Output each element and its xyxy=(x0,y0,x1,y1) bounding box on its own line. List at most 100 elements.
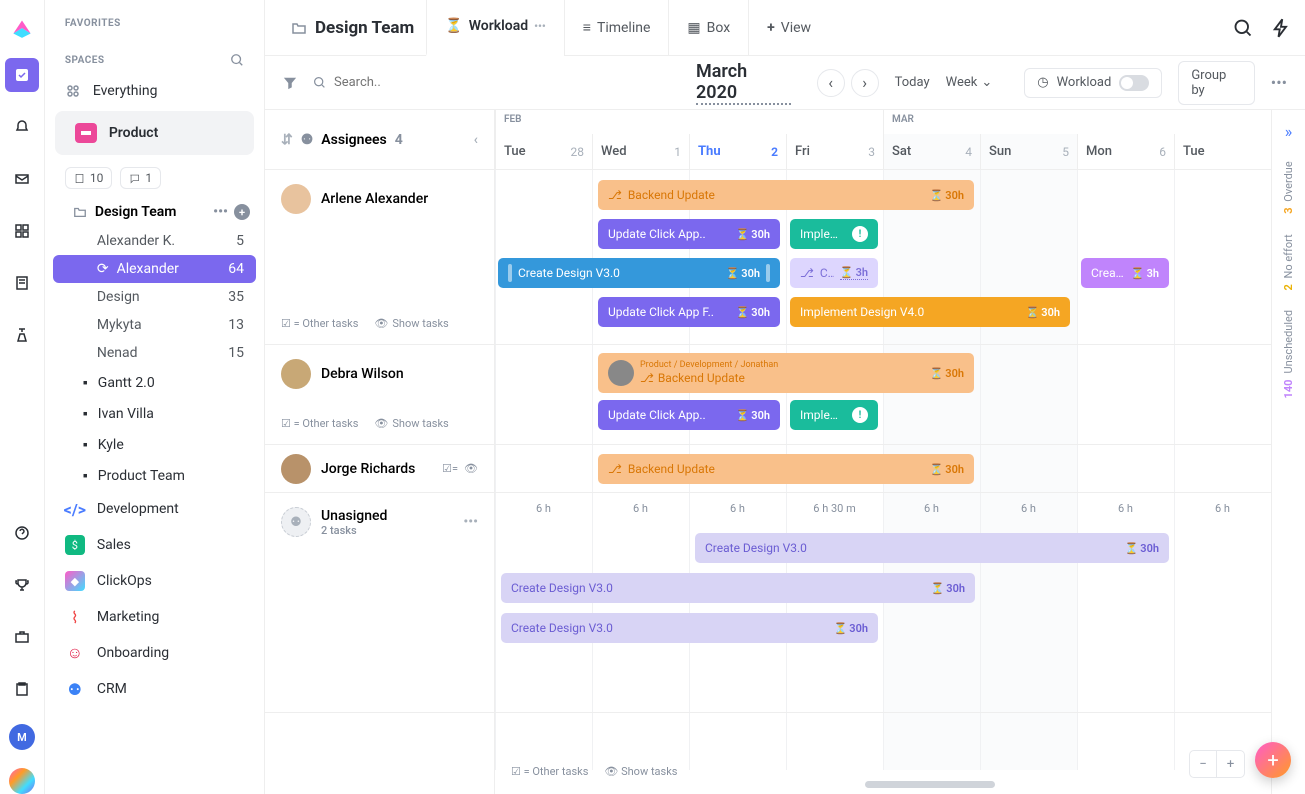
day-column[interactable]: Wed1 xyxy=(592,134,689,169)
sidebar-folder-kyle[interactable]: ▪Kyle xyxy=(45,429,264,460)
sidebar-item-alexander[interactable]: ⟳Alexander64 xyxy=(53,255,256,283)
sidebar-folder-design-team[interactable]: Design Team ••• + xyxy=(45,197,264,227)
rail-trophy-icon[interactable] xyxy=(5,568,39,602)
user-avatar[interactable]: M xyxy=(9,724,35,750)
drag-handle[interactable] xyxy=(508,264,512,282)
sidebar-item-design[interactable]: Design35 xyxy=(45,283,264,311)
filter-icon[interactable] xyxy=(283,76,297,90)
noeffort-stat[interactable]: 2No effort xyxy=(1282,234,1295,291)
task-create-unassigned-2[interactable]: Create Design V3.0⏳30h xyxy=(501,573,975,603)
task-update-click-debra[interactable]: Update Click App..⏳30h xyxy=(598,400,780,430)
zoom-in-button[interactable]: + xyxy=(1217,750,1245,778)
fab-add-button[interactable]: + xyxy=(1255,742,1291,778)
search-icon[interactable] xyxy=(1233,18,1253,38)
assignee-row-debra[interactable]: Debra Wilson ☑ = Other tasks👁 Show tasks xyxy=(265,345,494,445)
today-button[interactable]: Today xyxy=(895,75,930,90)
add-icon[interactable]: + xyxy=(234,204,250,220)
bolt-icon[interactable] xyxy=(1271,18,1291,38)
collapse-panel-icon[interactable]: » xyxy=(1285,122,1293,141)
day-column[interactable]: Tue xyxy=(1174,134,1271,169)
unscheduled-stat[interactable]: 140Unscheduled xyxy=(1282,310,1295,398)
task-implement-debra[interactable]: Implem..! xyxy=(790,400,878,430)
search-spaces-icon[interactable] xyxy=(230,53,244,67)
month-label[interactable]: March 2020 xyxy=(696,61,791,105)
task-backend-update[interactable]: ⎇Backend Update⏳30h xyxy=(598,180,974,210)
day-column[interactable]: Sat4 xyxy=(883,134,980,169)
zoom-out-button[interactable]: − xyxy=(1189,750,1217,778)
task-create-unassigned-3[interactable]: Create Design V3.0⏳30h xyxy=(501,613,878,643)
rail-docs-icon[interactable] xyxy=(5,266,39,300)
task-create-short[interactable]: ⎇Crea..⏳3h xyxy=(790,258,878,288)
sidebar-space-sales[interactable]: $Sales xyxy=(45,527,264,563)
more-icon[interactable]: ••• xyxy=(463,514,478,530)
show-tasks-icon[interactable]: 👁 xyxy=(464,462,478,475)
rail-inbox-icon[interactable] xyxy=(5,162,39,196)
task-backend-update-jorge[interactable]: ⎇Backend Update⏳30h xyxy=(598,454,974,484)
rail-time-icon[interactable] xyxy=(5,318,39,352)
day-column[interactable]: Sun5 xyxy=(980,134,1077,169)
sidebar-item-alexander-k[interactable]: Alexander K.5 xyxy=(45,227,264,255)
assignee-row-jorge[interactable]: Jorge Richards ☑=👁 xyxy=(265,445,494,493)
sidebar-folder-ivan[interactable]: ▪Ivan Villa xyxy=(45,398,264,429)
sidebar-folder-gantt[interactable]: ▪Gantt 2.0 xyxy=(45,367,264,398)
sidebar-item-nenad[interactable]: Nenad15 xyxy=(45,339,264,367)
more-icon[interactable]: ••• xyxy=(213,204,228,220)
assignee-row-unassigned[interactable]: ⚉ Unasigned2 tasks ••• xyxy=(265,493,494,713)
app-logo[interactable] xyxy=(9,14,35,40)
overdue-stat[interactable]: 3Overdue xyxy=(1282,161,1295,214)
tab-add-view[interactable]: +View xyxy=(748,0,829,56)
rail-notifications-icon[interactable] xyxy=(5,110,39,144)
other-tasks-icon[interactable]: ☑= xyxy=(442,462,458,475)
tab-box[interactable]: ▦Box xyxy=(668,0,748,56)
other-tasks[interactable]: ☑ = Other tasks xyxy=(281,417,358,430)
show-tasks[interactable]: 👁 Show tasks xyxy=(374,417,448,430)
week-button[interactable]: Week⌄ xyxy=(946,75,993,90)
workload-toggle[interactable]: ◷Workload xyxy=(1024,68,1162,98)
tab-workload[interactable]: ⏳Workload••• xyxy=(426,0,564,56)
prev-button[interactable]: ‹ xyxy=(817,69,845,97)
day-column[interactable]: Fri3 xyxy=(786,134,883,169)
task-create-unassigned-1[interactable]: Create Design V3.0⏳30h xyxy=(695,533,1169,563)
more-icon[interactable]: ••• xyxy=(1271,73,1287,92)
sidebar-space-development[interactable]: </>Development xyxy=(45,491,264,527)
search-input[interactable] xyxy=(313,75,500,90)
tab-timeline[interactable]: ≡Timeline xyxy=(564,0,669,56)
toggle-switch[interactable] xyxy=(1119,75,1149,91)
assignee-row-arlene[interactable]: Arlene Alexander ☑ = Other tasks👁 Show t… xyxy=(265,170,494,345)
show-tasks[interactable]: 👁 Show tasks xyxy=(604,765,677,778)
task-create-dots[interactable]: Create..⏳3h xyxy=(1081,258,1169,288)
rail-dashboards-icon[interactable] xyxy=(5,214,39,248)
groupby-button[interactable]: Group by xyxy=(1178,61,1254,105)
sidebar-item-mykyta[interactable]: Mykyta13 xyxy=(45,311,264,339)
chip-docs[interactable]: 10 xyxy=(65,167,113,189)
chevron-left-icon[interactable]: ‹ xyxy=(474,132,478,148)
chip-chats[interactable]: 1 xyxy=(120,167,161,189)
task-create-design[interactable]: Create Design V3.0⏳30h xyxy=(498,258,780,288)
next-button[interactable]: › xyxy=(851,69,879,97)
task-implement[interactable]: Implem..! xyxy=(790,219,878,249)
sidebar-product-space[interactable]: Product xyxy=(55,111,254,155)
sidebar-space-marketing[interactable]: ⌇Marketing xyxy=(45,599,264,635)
drag-handle[interactable] xyxy=(766,264,770,282)
task-update-click[interactable]: Update Click App..⏳30h xyxy=(598,219,780,249)
sidebar-everything[interactable]: Everything xyxy=(45,75,264,107)
assignee-header[interactable]: ⇵ ⚉ Assignees 4 ‹ xyxy=(265,110,494,170)
day-column[interactable]: Thu2 xyxy=(689,134,786,169)
sidebar-space-crm[interactable]: ⚉CRM xyxy=(45,671,264,707)
sidebar-folder-product-team[interactable]: ▪Product Team xyxy=(45,460,264,491)
day-column[interactable]: Mon6 xyxy=(1077,134,1174,169)
rail-briefcase-icon[interactable] xyxy=(5,620,39,654)
search-field[interactable] xyxy=(334,75,500,90)
horizontal-scrollbar[interactable] xyxy=(865,781,995,788)
rail-help-icon[interactable] xyxy=(5,516,39,550)
other-tasks[interactable]: ☑ = Other tasks xyxy=(511,765,588,778)
app-logo-small[interactable] xyxy=(9,768,35,794)
task-implement-v4[interactable]: Implement Design V4.0⏳30h xyxy=(790,297,1070,327)
task-backend-update-debra[interactable]: Product / Development / Jonathan⎇Backend… xyxy=(598,353,974,393)
breadcrumb[interactable]: Design Team xyxy=(279,18,426,38)
more-icon[interactable]: ••• xyxy=(534,20,546,33)
rail-home-icon[interactable] xyxy=(5,58,39,92)
sidebar-space-onboarding[interactable]: ☺Onboarding xyxy=(45,635,264,671)
show-tasks[interactable]: 👁 Show tasks xyxy=(374,317,448,330)
rail-clipboard-icon[interactable] xyxy=(5,672,39,706)
